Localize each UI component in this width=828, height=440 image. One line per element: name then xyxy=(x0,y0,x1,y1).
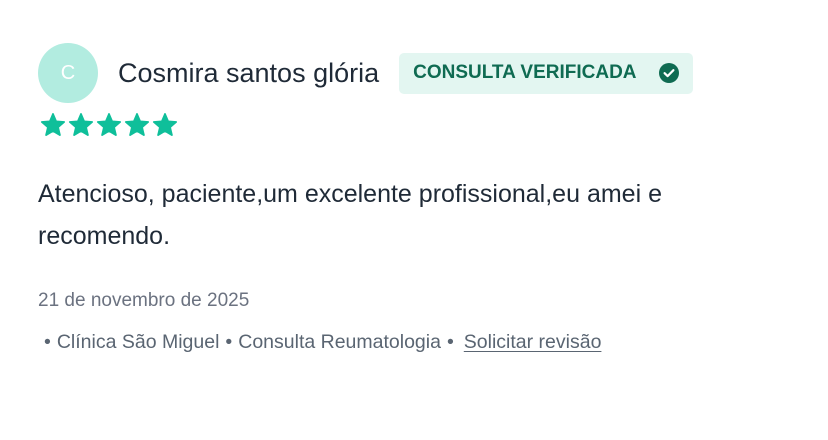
star-icon xyxy=(68,112,94,138)
verified-badge-label: CONSULTA VERIFICADA xyxy=(413,62,637,83)
review-meta: • Clínica São Miguel • Consulta Reumatologi… xyxy=(44,331,601,354)
verified-badge: CONSULTA VERIFICADA xyxy=(399,52,693,94)
star-icon xyxy=(152,112,178,138)
consult-type: Consulta Reumatologia xyxy=(238,331,441,353)
review-card: C Cosmira santos glória CONSULTA VERIFIC… xyxy=(0,0,828,440)
separator-dot: • xyxy=(44,331,51,353)
star-icon xyxy=(96,112,122,138)
avatar-initial: C xyxy=(60,61,76,84)
request-review-link[interactable]: Solicitar revisão xyxy=(464,331,602,353)
avatar: C xyxy=(38,43,98,103)
review-date: 21 de novembro de 2025 xyxy=(38,290,250,311)
star-icon xyxy=(124,112,150,138)
review-comment: Atencioso, paciente,um excelente profiss… xyxy=(38,180,662,250)
clinic-name: Clínica São Miguel xyxy=(56,331,220,353)
author-name: Cosmira santos glória xyxy=(118,57,380,88)
star-rating xyxy=(40,112,178,138)
review-header: C Cosmira santos glória CONSULTA VERIFIC… xyxy=(38,43,693,103)
separator-dot: • xyxy=(446,331,454,353)
separator-dot: • xyxy=(225,331,233,353)
check-circle-icon xyxy=(658,63,679,83)
star-icon xyxy=(40,112,66,138)
